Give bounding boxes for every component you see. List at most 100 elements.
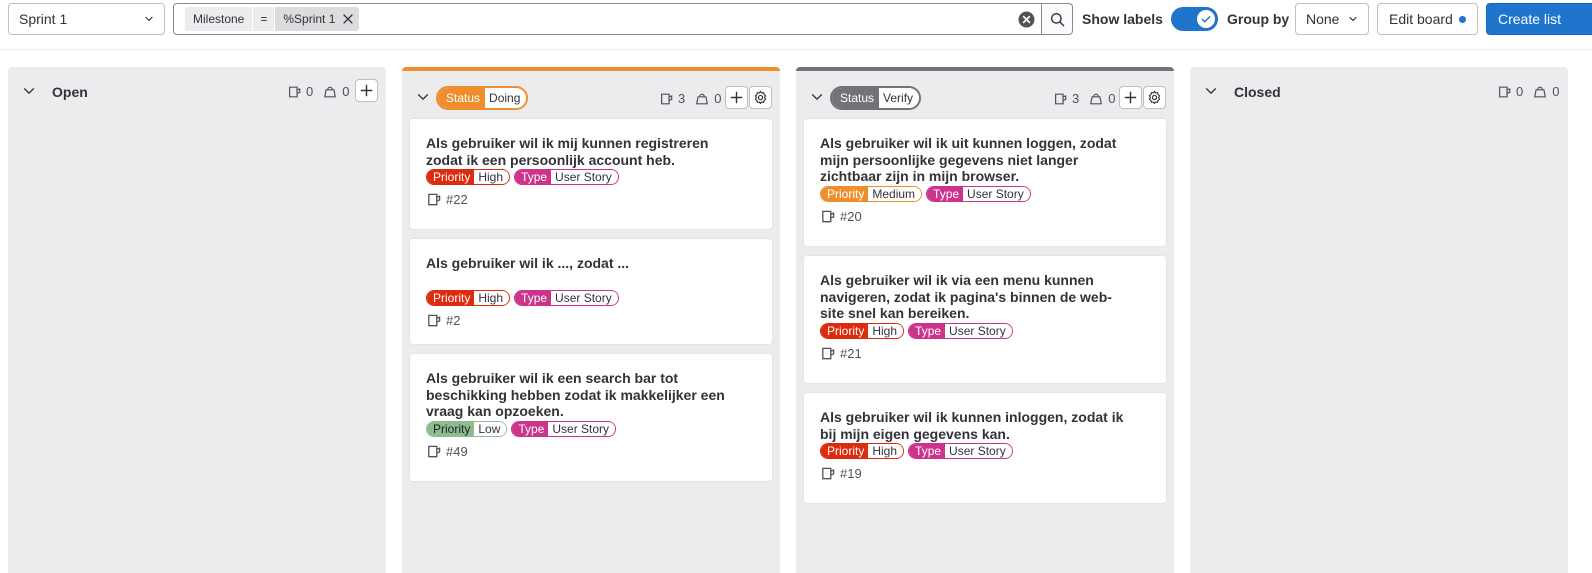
issue-number: #49 xyxy=(446,443,468,459)
issue-card[interactable]: Als gebruiker wil ik kunnen inloggen, zo… xyxy=(803,392,1167,504)
card-title[interactable]: Als gebruiker wil ik uit kunnen loggen, … xyxy=(820,135,1130,185)
list-settings-button[interactable] xyxy=(1143,86,1166,109)
status-label-key: Status xyxy=(438,88,486,108)
filtered-search-input[interactable]: Milestone = %Sprint 1 xyxy=(173,3,1042,35)
list-counts: 0 0 xyxy=(287,84,349,99)
type-label[interactable]: Type User Story xyxy=(511,420,617,437)
plus-icon xyxy=(730,91,743,104)
group-by-value: None xyxy=(1306,11,1340,27)
label-value: High xyxy=(868,444,904,458)
label-value: Low xyxy=(474,421,507,436)
card-title[interactable]: Als gebruiker wil ik mij kunnen registre… xyxy=(426,135,736,168)
issues-icon xyxy=(822,210,835,222)
label-key: Type xyxy=(927,186,964,201)
list-header: Open 0 0 xyxy=(8,67,386,115)
issue-card[interactable]: Als gebruiker wil ik een search bar tot … xyxy=(409,353,773,482)
weight-count-value: 0 xyxy=(714,91,722,106)
status-label-value: Verify xyxy=(879,88,920,108)
chevron-down-icon[interactable] xyxy=(22,84,36,98)
chevron-down-icon[interactable] xyxy=(1204,84,1218,98)
type-label[interactable]: Type User Story xyxy=(514,290,619,306)
chevron-down-icon xyxy=(1349,16,1357,22)
toggle-knob xyxy=(1197,10,1215,28)
label-value: High xyxy=(868,323,904,338)
priority-label[interactable]: Priority High xyxy=(426,169,511,185)
label-value: Medium xyxy=(868,186,922,201)
issue-number: #20 xyxy=(840,208,862,224)
issue-number: #2 xyxy=(446,313,461,328)
show-labels-toggle[interactable] xyxy=(1171,7,1218,31)
chevron-down-icon[interactable] xyxy=(416,90,430,104)
type-label[interactable]: Type User Story xyxy=(514,169,619,185)
weight-count: 0 xyxy=(695,91,721,106)
plus-icon xyxy=(360,84,373,97)
priority-label[interactable]: Priority High xyxy=(820,443,905,459)
add-issue-button[interactable] xyxy=(1119,86,1142,109)
card-labels: Priority Low Type User Story xyxy=(426,420,757,437)
board-list-closed: Closed 0 0 xyxy=(1190,67,1568,573)
clear-filter-icon[interactable] xyxy=(1018,11,1035,28)
add-issue-button[interactable] xyxy=(725,86,748,109)
type-label[interactable]: Type User Story xyxy=(908,443,1013,459)
search-button[interactable] xyxy=(1042,3,1073,35)
type-label[interactable]: Type User Story xyxy=(926,185,1031,202)
issue-count: 0 xyxy=(1497,84,1523,99)
issues-icon xyxy=(289,86,301,97)
issues-icon xyxy=(1499,86,1511,97)
card-reference: #21 xyxy=(820,346,1151,361)
edit-board-button[interactable]: Edit board xyxy=(1377,3,1478,35)
filter-token-milestone[interactable]: Milestone = %Sprint 1 xyxy=(185,7,360,31)
card-title[interactable]: Als gebruiker wil ik via een menu kunnen… xyxy=(820,272,1130,322)
add-issue-button[interactable] xyxy=(355,79,378,102)
issues-icon xyxy=(661,93,673,104)
filter-token-value: %Sprint 1 xyxy=(283,12,336,26)
card-reference: #20 xyxy=(820,209,1151,224)
chevron-down-icon[interactable] xyxy=(810,90,824,104)
label-value: User Story xyxy=(963,186,1030,201)
card-title[interactable]: Als gebruiker wil ik een search bar tot … xyxy=(426,370,736,420)
issue-card[interactable]: Als gebruiker wil ik mij kunnen registre… xyxy=(409,118,773,230)
issue-card[interactable]: Als gebruiker wil ik via een menu kunnen… xyxy=(803,255,1167,384)
issue-count: 3 xyxy=(1053,91,1079,106)
issue-card[interactable]: Als gebruiker wil ik ..., zodat ... Prio… xyxy=(409,238,773,345)
milestone-select[interactable]: Sprint 1 xyxy=(8,3,165,35)
weight-count: 0 xyxy=(1089,91,1115,106)
issue-count: 0 xyxy=(287,84,313,99)
board-filter-bar: Sprint 1 Milestone = %Sprint 1 Show labe… xyxy=(0,0,1592,50)
group-by-select[interactable]: None xyxy=(1295,3,1369,35)
card-reference: #22 xyxy=(426,192,757,207)
remove-token-icon[interactable] xyxy=(341,12,355,26)
label-key: Priority xyxy=(427,170,475,184)
show-labels-label: Show labels xyxy=(1082,11,1163,27)
label-value: High xyxy=(474,170,510,184)
label-value: High xyxy=(474,291,510,305)
list-settings-button[interactable] xyxy=(749,86,772,109)
card-labels: Priority High Type User Story xyxy=(820,322,1151,339)
card-title[interactable]: Als gebruiker wil ik ..., zodat ... xyxy=(426,255,736,289)
card-reference: #49 xyxy=(426,444,757,459)
label-key: Priority xyxy=(427,421,475,436)
list-header: Status Doing 3 0 xyxy=(402,71,780,119)
group-by-label: Group by xyxy=(1227,11,1290,27)
status-label-verify[interactable]: Status Verify xyxy=(830,86,922,110)
card-title[interactable]: Als gebruiker wil ik kunnen inloggen, zo… xyxy=(820,409,1130,442)
gear-icon xyxy=(1148,90,1161,105)
weight-icon xyxy=(324,86,337,97)
create-list-button[interactable]: Create list xyxy=(1486,3,1592,35)
issue-count: 3 xyxy=(659,91,685,106)
card-reference: #19 xyxy=(820,466,1151,481)
priority-label[interactable]: Priority Low xyxy=(426,420,508,437)
label-value: User Story xyxy=(945,323,1012,338)
issue-count-value: 3 xyxy=(1072,91,1080,106)
type-label[interactable]: Type User Story xyxy=(908,322,1013,339)
board-list-open: Open 0 0 xyxy=(8,67,386,573)
priority-label[interactable]: Priority High xyxy=(820,322,905,339)
priority-label[interactable]: Priority High xyxy=(426,290,511,306)
issues-icon xyxy=(428,193,441,206)
priority-label[interactable]: Priority Medium xyxy=(820,185,923,202)
issue-number: #21 xyxy=(840,345,862,361)
status-label-doing[interactable]: Status Doing xyxy=(436,86,529,110)
issue-card[interactable]: Als gebruiker wil ik uit kunnen loggen, … xyxy=(803,118,1167,247)
notification-dot xyxy=(1459,16,1466,23)
board-list-doing: Status Doing 3 0 Als gebruiker wil ik mi… xyxy=(402,67,780,573)
